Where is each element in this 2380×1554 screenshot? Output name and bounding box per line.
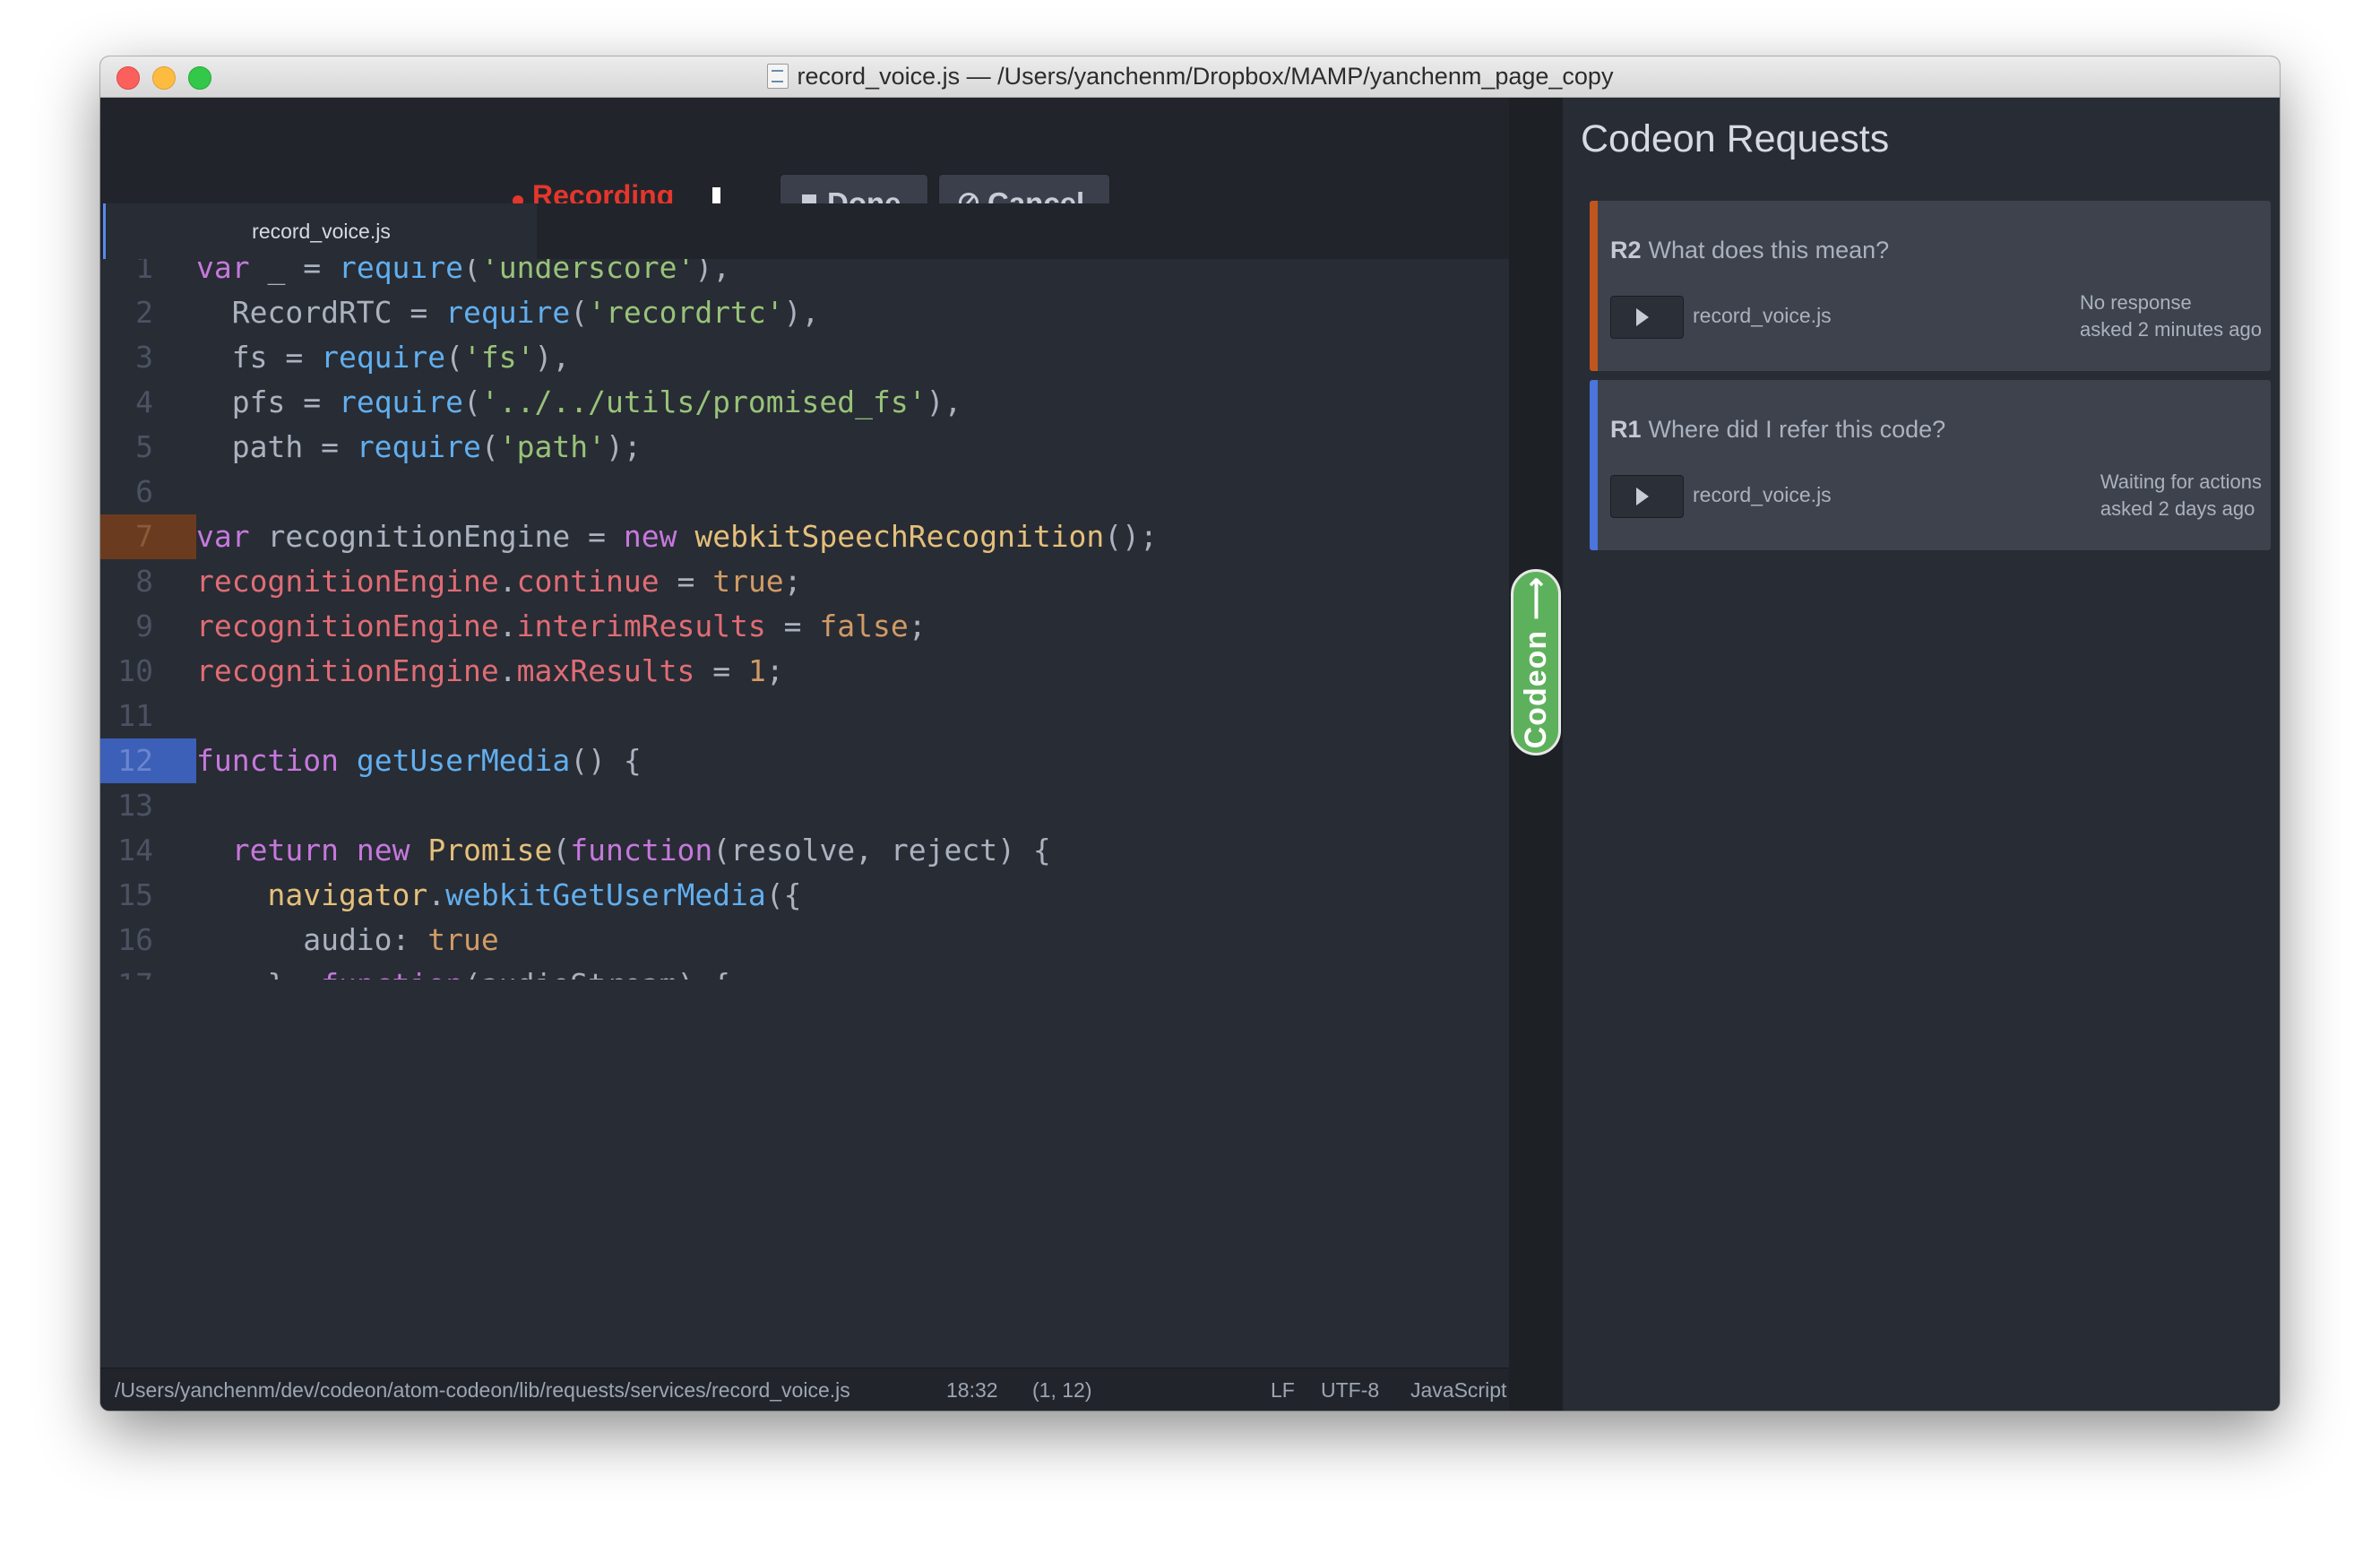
status-line-ending[interactable]: LF bbox=[1271, 1368, 1295, 1411]
code-line[interactable]: 1 var _ = require('underscore'), bbox=[100, 259, 1509, 290]
line-number[interactable]: 11 bbox=[100, 694, 196, 738]
line-number[interactable]: 5 bbox=[100, 425, 196, 470]
line-number[interactable]: 17 bbox=[100, 963, 196, 980]
code-line[interactable]: 6 bbox=[100, 470, 1509, 514]
status-bar: /Users/yanchenm/dev/codeon/atom-codeon/l… bbox=[100, 1368, 1509, 1411]
codeon-toggle-button[interactable]: Codeon ⟶ bbox=[1511, 569, 1561, 755]
code-line-text[interactable]: var recognitionEngine = new webkitSpeech… bbox=[196, 514, 1509, 559]
code-line[interactable]: 4 pfs = require('../../utils/promised_fs… bbox=[100, 380, 1509, 425]
request-card-r1[interactable]: R1 Where did I refer this code? record_vo… bbox=[1590, 380, 2271, 550]
code-line-text[interactable] bbox=[196, 783, 1509, 828]
request-question: Where did I refer this code? bbox=[1648, 416, 1946, 443]
code-line-text[interactable]: RecordRTC = require('recordrtc'), bbox=[196, 290, 1509, 335]
code-line[interactable]: 7 var recognitionEngine = new webkitSpeec… bbox=[100, 514, 1509, 559]
window-title: record_voice.js — /Users/yanchenm/Dropbo… bbox=[797, 63, 1614, 90]
play-button[interactable] bbox=[1610, 296, 1684, 339]
code-area[interactable]: 1 var _ = require('underscore'), 2 RecordR… bbox=[100, 259, 1509, 980]
line-number[interactable]: 12 bbox=[100, 738, 196, 783]
request-status: Waiting for actions bbox=[2100, 471, 2262, 493]
code-line[interactable]: 12 function getUserMedia() { bbox=[100, 738, 1509, 783]
status-encoding[interactable]: UTF-8 bbox=[1321, 1368, 1379, 1411]
code-line[interactable]: 11 bbox=[100, 694, 1509, 738]
status-file-path[interactable]: /Users/yanchenm/dev/codeon/atom-codeon/l… bbox=[115, 1368, 850, 1411]
line-number[interactable]: 2 bbox=[100, 290, 196, 335]
code-line-text[interactable]: recognitionEngine.maxResults = 1; bbox=[196, 649, 1509, 694]
request-file[interactable]: record_voice.js bbox=[1693, 304, 1832, 328]
request-status: No response bbox=[2079, 291, 2192, 314]
code-line-text[interactable]: path = require('path'); bbox=[196, 425, 1509, 470]
line-number[interactable]: 3 bbox=[100, 335, 196, 380]
code-line-text[interactable] bbox=[196, 694, 1509, 738]
code-line-text[interactable]: recognitionEngine.continue = true; bbox=[196, 559, 1509, 604]
request-time: asked 2 minutes ago bbox=[2079, 318, 2262, 341]
status-cursor-position[interactable]: 18:32 bbox=[946, 1368, 998, 1411]
sidebar-title: Codeon Requests bbox=[1581, 117, 1890, 160]
line-number[interactable]: 1 bbox=[100, 259, 196, 290]
title-bar: record_voice.js — /Users/yanchenm/Dropbo… bbox=[100, 56, 2280, 98]
window-title-container: record_voice.js — /Users/yanchenm/Dropbo… bbox=[100, 56, 2280, 97]
request-card-r2[interactable]: R2 What does this mean? record_voice.js N… bbox=[1590, 201, 2271, 371]
request-file[interactable]: record_voice.js bbox=[1693, 483, 1832, 507]
request-heading: R2 What does this mean? bbox=[1610, 237, 1889, 264]
status-selection-count: (1, 12) bbox=[1032, 1378, 1092, 1402]
request-id: R2 bbox=[1610, 237, 1642, 263]
editor-pane: Recording Done Cancel record_voice.js 1v… bbox=[100, 98, 1509, 1411]
code-line-text[interactable]: return new Promise(function(resolve, rej… bbox=[196, 828, 1509, 873]
code-line-text[interactable]: fs = require('fs'), bbox=[196, 335, 1509, 380]
line-number[interactable]: 4 bbox=[100, 380, 196, 425]
code-line[interactable]: 9 recognitionEngine.interimResults = fals… bbox=[100, 604, 1509, 649]
codeon-sidebar: Codeon Requests R2 What does this mean? r… bbox=[1563, 98, 2280, 1411]
code-line-text[interactable]: }, function(audioStream) { bbox=[196, 963, 1509, 980]
code-line-text[interactable]: recognitionEngine.interimResults = false… bbox=[196, 604, 1509, 649]
code-line[interactable]: 15 navigator.webkitGetUserMedia({ bbox=[100, 873, 1509, 918]
line-number[interactable]: 9 bbox=[100, 604, 196, 649]
code-line-text[interactable]: audio: true bbox=[196, 918, 1509, 963]
line-number[interactable]: 6 bbox=[100, 470, 196, 514]
line-number[interactable]: 13 bbox=[100, 783, 196, 828]
request-heading: R1 Where did I refer this code? bbox=[1610, 416, 1945, 444]
code-line-text[interactable]: var _ = require('underscore'), bbox=[196, 259, 1509, 290]
code-line[interactable]: 10 recognitionEngine.maxResults = 1; bbox=[100, 649, 1509, 694]
request-meta: No response asked 2 minutes ago bbox=[2080, 289, 2262, 343]
request-question: What does this mean? bbox=[1648, 237, 1890, 263]
line-number[interactable]: 7 bbox=[100, 514, 196, 559]
code-line[interactable]: 3 fs = require('fs'), bbox=[100, 335, 1509, 380]
line-number[interactable]: 14 bbox=[100, 828, 196, 873]
code-line[interactable]: 14 return new Promise(function(resolve, … bbox=[100, 828, 1509, 873]
document-icon bbox=[766, 64, 789, 89]
code-line-text[interactable]: pfs = require('../../utils/promised_fs')… bbox=[196, 380, 1509, 425]
code-line[interactable]: 16 audio: true bbox=[100, 918, 1509, 963]
code-line[interactable]: 2 RecordRTC = require('recordrtc'), bbox=[100, 290, 1509, 335]
tab-record-voice[interactable]: record_voice.js bbox=[103, 203, 537, 259]
line-number[interactable]: 15 bbox=[100, 873, 196, 918]
app-window: record_voice.js — /Users/yanchenm/Dropbo… bbox=[100, 56, 2280, 1411]
code-line[interactable]: 13 bbox=[100, 783, 1509, 828]
status-grammar[interactable]: JavaScript bbox=[1410, 1368, 1506, 1411]
request-id: R1 bbox=[1610, 416, 1642, 443]
code-line-text[interactable] bbox=[196, 470, 1509, 514]
code-line-text[interactable]: navigator.webkitGetUserMedia({ bbox=[196, 873, 1509, 918]
line-number[interactable]: 16 bbox=[100, 918, 196, 963]
recording-toolbar: Recording Done Cancel bbox=[100, 98, 1509, 231]
play-button[interactable] bbox=[1610, 475, 1684, 518]
code-line[interactable]: 8 recognitionEngine.continue = true; bbox=[100, 559, 1509, 604]
code-line-text[interactable]: function getUserMedia() { bbox=[196, 738, 1509, 783]
codeon-toggle-label: Codeon ⟶ bbox=[1519, 575, 1553, 749]
code-line[interactable]: 5 path = require('path'); bbox=[100, 425, 1509, 470]
line-number[interactable]: 10 bbox=[100, 649, 196, 694]
code-line[interactable]: 17 }, function(audioStream) { bbox=[100, 963, 1509, 980]
tab-bar: record_voice.js bbox=[100, 203, 1509, 259]
request-time: asked 2 days ago bbox=[2100, 497, 2255, 520]
request-meta: Waiting for actions asked 2 days ago bbox=[2100, 469, 2262, 522]
line-number[interactable]: 8 bbox=[100, 559, 196, 604]
